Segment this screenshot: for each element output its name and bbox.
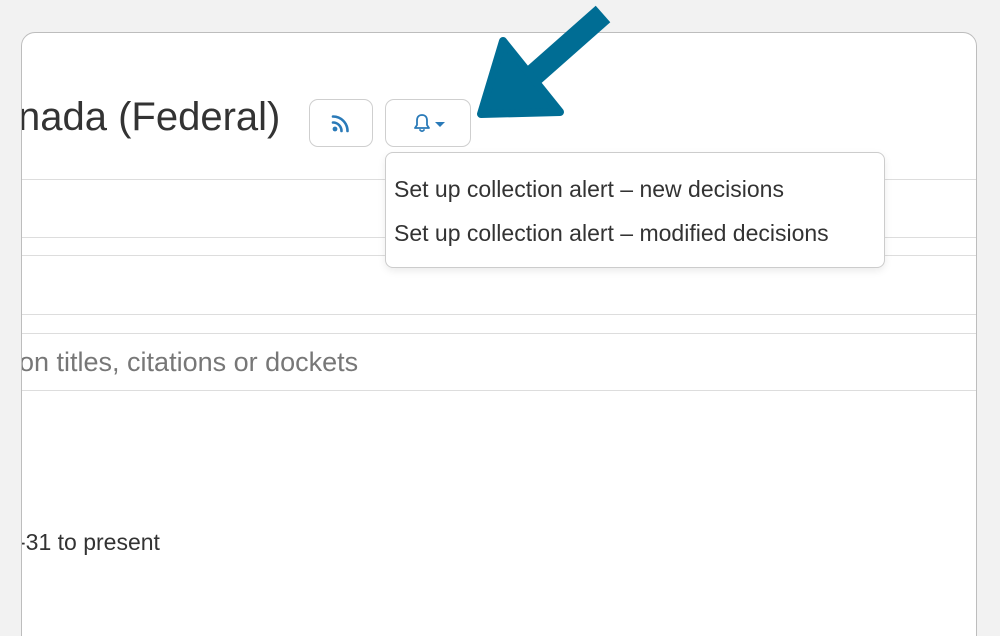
collection-alert-dropdown-button[interactable] bbox=[385, 99, 471, 147]
rss-feed-button[interactable] bbox=[309, 99, 373, 147]
divider bbox=[22, 390, 976, 391]
chevron-down-icon bbox=[434, 121, 445, 127]
collection-alert-menu: Set up collection alert – new decisions … bbox=[385, 152, 885, 268]
screenshot-page: nada (Federal) on titles, citations or d… bbox=[0, 0, 1000, 636]
bell-icon bbox=[413, 114, 430, 133]
divider bbox=[22, 314, 976, 315]
page-title: nada (Federal) bbox=[21, 95, 281, 139]
divider bbox=[22, 333, 976, 334]
search-input[interactable]: on titles, citations or dockets bbox=[22, 347, 358, 378]
collection-panel: nada (Federal) on titles, citations or d… bbox=[21, 32, 977, 636]
rss-icon bbox=[331, 115, 349, 133]
menu-item-alert-new-decisions[interactable]: Set up collection alert – new decisions bbox=[386, 169, 884, 213]
menu-item-alert-modified-decisions[interactable]: Set up collection alert – modified decis… bbox=[386, 213, 884, 257]
coverage-date-range: -31 to present bbox=[21, 529, 160, 555]
